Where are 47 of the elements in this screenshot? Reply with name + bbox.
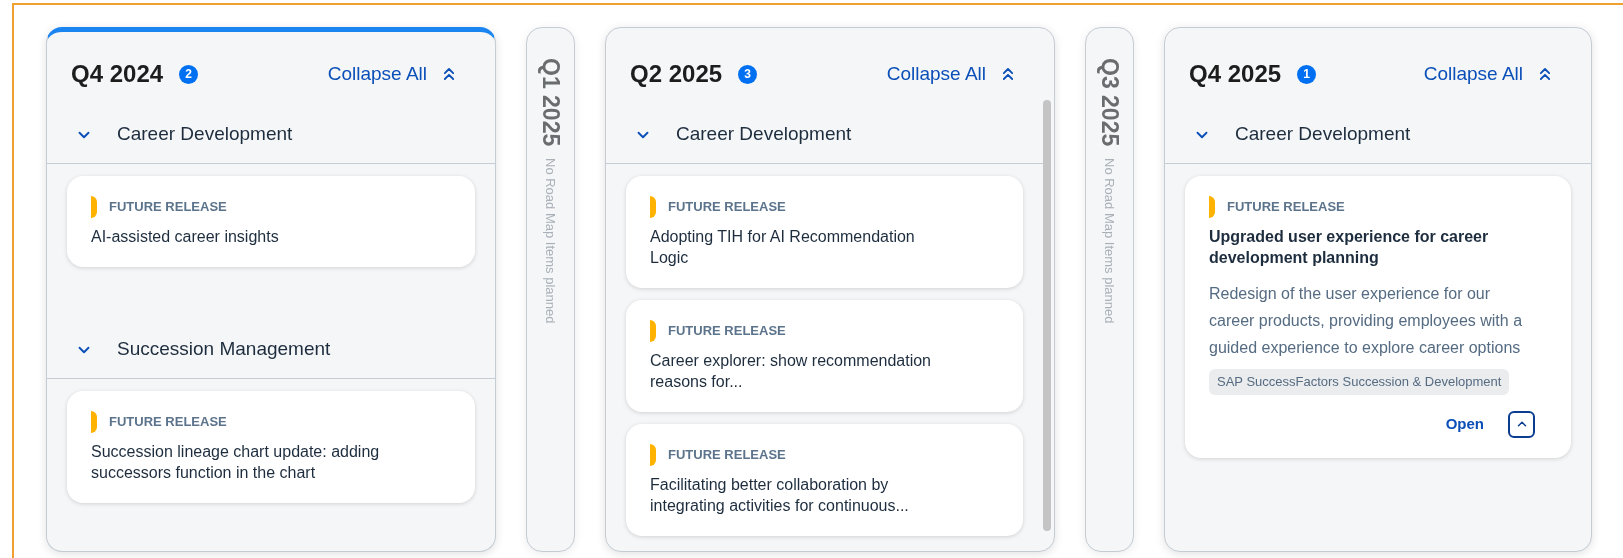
quarter-title: Q4 2024 [71,59,164,89]
collapse-all-button[interactable]: Collapse All [327,59,459,89]
roadmap-card[interactable]: FUTURE RELEASE Succession lineage chart update: adding successors function in the chart [67,391,475,503]
group-header[interactable]: Career Development [1165,106,1591,164]
item-title: Upgraded user experience for career development planning [1209,227,1490,268]
status-label: FUTURE RELEASE [109,198,227,217]
item-title: Career explorer: show recommendation reasons for... [650,351,932,392]
item-title: AI-assisted career insights [91,227,280,247]
empty-note: No Road Map Items planned [542,158,560,324]
collapsed-quarter[interactable]: Q3 2025 No Road Map Items planned [1085,27,1134,552]
item-title: Facilitating better collaboration by integrating activities for continuous... [650,475,910,516]
status-label: FUTURE RELEASE [668,198,786,217]
group-header[interactable]: Career Development [47,106,495,164]
scrollbar[interactable] [1043,100,1051,531]
status-label: FUTURE RELEASE [109,413,227,432]
group-header[interactable]: Succession Management [47,321,495,379]
item-title: Adopting TIH for AI Recommendation Logic [650,227,916,268]
empty-note: No Road Map Items planned [1101,158,1119,324]
status-marker [91,411,97,433]
quarter-title: Q3 2025 [1095,58,1124,147]
status-label: FUTURE RELEASE [1227,198,1345,217]
quarter-title: Q2 2025 [630,59,723,89]
roadmap-card[interactable] [1185,176,1571,458]
toggle-button[interactable] [1508,410,1535,438]
status-marker [650,196,656,218]
roadmap-card[interactable]: FUTURE RELEASE Adopting TIH for AI Recommendation Logic [626,176,1023,288]
roadmap-card[interactable]: FUTURE RELEASE AI-assisted career insights [67,176,475,267]
collapse-all-button[interactable]: Collapse All [886,59,1018,89]
quarter-title: Q4 2025 [1189,59,1282,89]
count-badge: 2 [179,64,199,84]
status-marker [1209,196,1215,218]
status-label: FUTURE RELEASE [668,446,786,465]
status-marker [91,196,97,218]
status-marker [650,444,656,466]
product-tag: SAP SuccessFactors Succession & Development [1209,369,1510,395]
quarter-title: Q1 2025 [536,58,565,147]
roadmap-card[interactable]: FUTURE RELEASE Facilitating better collaboration by integrating activities for continuous... [626,424,1023,536]
collapsed-quarter[interactable]: Q1 2025 No Road Map Items planned [526,27,575,552]
status-marker [650,320,656,342]
count-badge: 1 [1297,64,1317,84]
roadmap-card[interactable]: FUTURE RELEASE Career explorer: show recommendation reasons for... [626,300,1023,412]
open-link[interactable]: Open [1445,412,1484,436]
collapse-all-button[interactable]: Collapse All [1423,59,1555,89]
status-label: FUTURE RELEASE [668,322,786,341]
item-description: Redesign of the user experience for our career products, providing employees with a guided experience to explore career options [1209,284,1524,358]
count-badge: 3 [738,64,758,84]
item-title: Succession lineage chart update: adding successors function in the chart [91,442,381,483]
